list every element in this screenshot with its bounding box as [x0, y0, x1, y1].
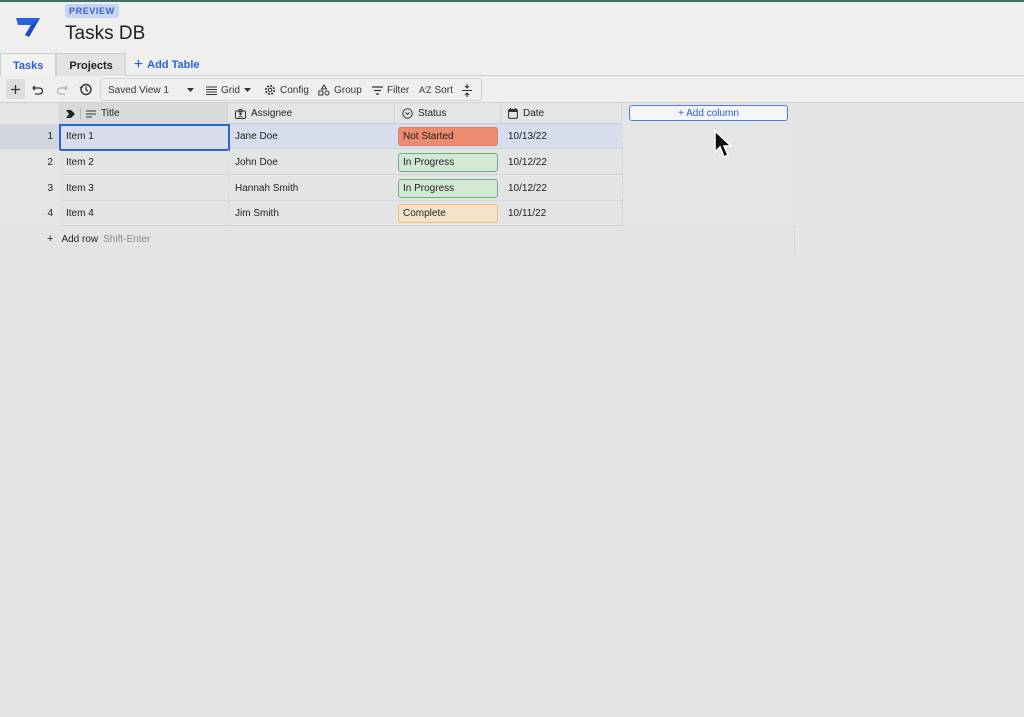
empty-cell [622, 176, 795, 201]
status-badge: In Progress [398, 153, 498, 172]
view-controls: Saved View 1 Grid Config Group Filter A↓… [100, 78, 482, 101]
toolbar: Saved View 1 Grid Config Group Filter A↓… [0, 76, 1024, 103]
filter-button[interactable]: Filter [372, 82, 409, 98]
table-row[interactable]: 2 Item 2 John Doe In Progress 10/12/22 [0, 150, 795, 175]
status-cell[interactable]: In Progress [395, 176, 501, 201]
add-table-button[interactable]: + Add Table [134, 53, 200, 77]
assignee-cell[interactable]: John Doe [228, 150, 395, 175]
tab-tasks[interactable]: Tasks [0, 53, 57, 77]
date-cell[interactable]: 10/11/22 [501, 201, 622, 226]
date-cell[interactable]: 10/12/22 [501, 176, 622, 201]
column-header-date[interactable]: Date [501, 103, 622, 124]
tab-projects[interactable]: Projects [56, 53, 126, 77]
caret-down-icon [243, 88, 251, 92]
column-label: Date [523, 108, 545, 119]
filter-label: Filter [387, 84, 410, 96]
page-title: Tasks DB [65, 23, 146, 44]
grid-view-button[interactable]: Grid [206, 82, 251, 98]
empty-cell [622, 201, 795, 226]
config-label: Config [280, 84, 309, 96]
column-header-status[interactable]: Status [395, 103, 501, 124]
plus-icon: + [47, 233, 54, 245]
undo-button[interactable] [30, 79, 46, 99]
history-button[interactable] [76, 79, 94, 99]
grid-label: Grid [221, 84, 240, 96]
row-number: 3 [0, 176, 60, 201]
row-number: 2 [0, 150, 60, 175]
gear-icon [265, 85, 275, 95]
grid-header-row: Title Assignee Status Date + Add column [0, 103, 795, 124]
row-number: 1 [0, 124, 60, 149]
undo-icon [32, 85, 44, 95]
add-column-cell: + Add column [622, 103, 795, 124]
config-button[interactable]: Config [264, 82, 309, 98]
app-logo-icon [16, 18, 40, 37]
saved-view-label: Saved View 1 [108, 84, 169, 96]
contact-card-icon [235, 108, 246, 119]
row-height-icon [462, 83, 472, 97]
status-badge: Complete [398, 204, 498, 223]
status-badge: Not Started [398, 127, 498, 146]
preview-badge: PREVIEW [65, 4, 119, 18]
history-icon [79, 83, 92, 95]
add-row-shortcut-hint: Shift-Enter [103, 233, 151, 245]
redo-button[interactable] [54, 79, 70, 99]
filter-icon [372, 85, 383, 95]
table-tabs: Tasks Projects + Add Table [0, 52, 200, 77]
date-cell[interactable]: 10/13/22 [501, 124, 622, 149]
title-cell[interactable]: Item 3 [60, 176, 228, 201]
add-row-label: Add row [61, 233, 99, 245]
sort-label: Sort [434, 84, 453, 96]
empty-cell [622, 150, 795, 175]
title-cell[interactable]: Item 4 [60, 201, 228, 226]
app-header: PREVIEW Tasks DB Tasks Projects + Add Ta… [0, 2, 1024, 77]
column-label: Assignee [251, 108, 293, 119]
primary-key-icon [66, 109, 75, 118]
title-cell[interactable]: Item 2 [60, 150, 228, 175]
sort-az-icon: A↓Z [419, 85, 431, 95]
row-number-header [0, 103, 60, 124]
column-label: Status [418, 108, 447, 119]
redo-icon [56, 85, 68, 95]
calendar-icon [508, 108, 518, 119]
table-row[interactable]: 3 Item 3 Hannah Smith In Progress 10/12/… [0, 176, 795, 201]
status-badge: In Progress [398, 179, 498, 198]
status-cell[interactable]: Complete [395, 201, 501, 226]
empty-cell [622, 124, 795, 149]
assignee-cell[interactable]: Jane Doe [228, 124, 395, 149]
grid-lines-icon [206, 86, 217, 95]
tab-label: Tasks [13, 59, 44, 72]
assignee-cell[interactable]: Jim Smith [228, 201, 395, 226]
title-cell[interactable]: Item 1 [60, 124, 228, 149]
tab-label: Projects [69, 59, 113, 72]
group-label: Group [334, 84, 362, 96]
dropdown-circle-icon [402, 108, 413, 119]
mouse-pointer-icon [714, 130, 733, 159]
group-shapes-icon [318, 84, 330, 96]
group-button[interactable]: Group [318, 82, 362, 98]
column-header-assignee[interactable]: Assignee [228, 103, 395, 124]
status-cell[interactable]: In Progress [395, 150, 501, 175]
column-header-title[interactable]: Title [60, 103, 228, 124]
plus-icon [11, 84, 20, 94]
status-cell[interactable]: Not Started [395, 124, 501, 149]
column-label: Title [101, 108, 120, 119]
row-number: 4 [0, 201, 60, 226]
sort-button[interactable]: A↓Z Sort [419, 82, 453, 98]
row-height-button[interactable] [462, 82, 472, 98]
add-row-button[interactable]: + Add row Shift-Enter [0, 226, 795, 252]
table-row[interactable]: 4 Item 4 Jim Smith Complete 10/11/22 [0, 201, 795, 226]
add-column-button[interactable]: + Add column [629, 105, 788, 121]
text-lines-icon [86, 109, 96, 118]
table-row[interactable]: 1 Item 1 Jane Doe Not Started 10/13/22 [0, 124, 795, 151]
header-divider [80, 107, 81, 120]
saved-view-select[interactable]: Saved View 1 [108, 82, 194, 98]
plus-icon: + [133, 56, 144, 73]
add-row-toolbar-button[interactable] [6, 79, 25, 99]
add-table-label: Add Table [147, 59, 200, 71]
caret-down-icon [187, 88, 194, 92]
date-cell[interactable]: 10/12/22 [501, 150, 622, 175]
assignee-cell[interactable]: Hannah Smith [228, 176, 395, 201]
